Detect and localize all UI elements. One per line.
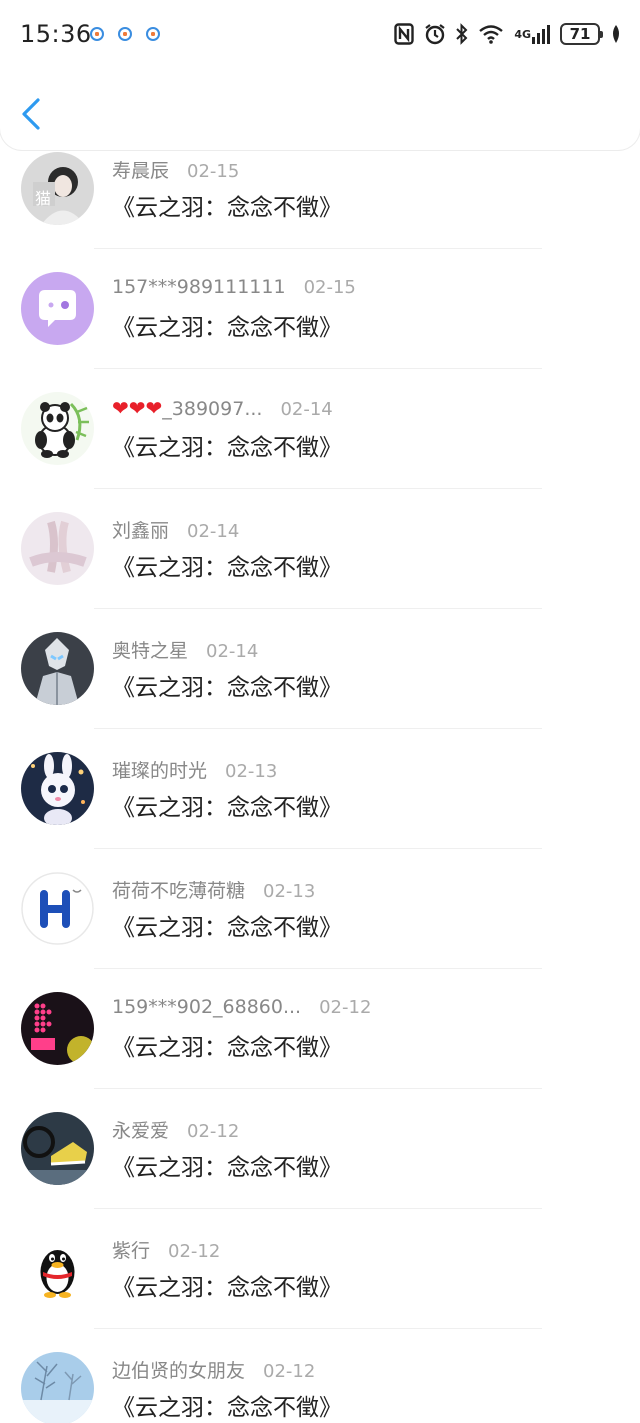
signal-icon: 4G (514, 24, 550, 44)
avatar[interactable]: 猫 (21, 152, 94, 225)
comment-list-item[interactable]: 157***989111111 02-15 《云之羽：念念不徵》 (0, 250, 640, 370)
comment-date: 02-12 (319, 997, 372, 1018)
avatar[interactable] (21, 272, 94, 345)
divider (94, 608, 542, 609)
alarm-icon (424, 23, 446, 45)
status-bar: 15:36 4G 71 (0, 0, 640, 70)
comment-text: 《云之羽：念念不徵》 (112, 315, 342, 341)
bluetooth-icon (456, 23, 468, 45)
user-name[interactable]: 寿晨辰 (112, 156, 169, 183)
divider (94, 1088, 542, 1089)
system-icons: 4G 71 (394, 20, 622, 48)
comment-meta: 159***902_68860... 02-12 (112, 996, 371, 1018)
user-name[interactable]: 荷荷不吃薄荷糖 (112, 876, 245, 903)
top-bar: 15:36 4G 71 (0, 0, 640, 150)
comment-date: 02-15 (187, 161, 240, 182)
user-name[interactable]: 刘鑫丽 (112, 516, 169, 543)
comment-meta: 寿晨辰 02-15 (112, 156, 239, 183)
avatar[interactable] (21, 512, 94, 585)
user-name[interactable]: ❤❤❤_389097... (112, 396, 262, 420)
user-name[interactable]: 边伯贤的女朋友 (112, 1356, 245, 1383)
comment-list-item[interactable]: ❤❤❤_389097... 02-14 《云之羽：念念不徵》 (0, 370, 640, 490)
user-name[interactable]: 奥特之星 (112, 636, 188, 663)
notification-icons (90, 27, 160, 41)
divider (94, 728, 542, 729)
comment-text: 《云之羽：念念不徵》 (112, 195, 342, 221)
nfc-icon (394, 23, 415, 45)
comment-list-item[interactable]: 刘鑫丽 02-14 《云之羽：念念不徵》 (0, 490, 640, 610)
comment-text: 《云之羽：念念不徵》 (112, 1275, 342, 1301)
comment-date: 02-15 (303, 277, 356, 298)
chevron-left-icon (22, 98, 40, 130)
comment-date: 02-12 (168, 1241, 221, 1262)
user-name[interactable]: 永爱爱 (112, 1116, 169, 1143)
leaf-icon (610, 24, 622, 44)
comment-list-item[interactable]: 边伯贤的女朋友 02-12 《云之羽：念念不徵》 (0, 1330, 640, 1423)
battery-indicator: 71 (560, 23, 603, 45)
comment-date: 02-14 (280, 399, 333, 420)
avatar[interactable] (21, 632, 94, 705)
comment-meta: ❤❤❤_389097... 02-14 (112, 396, 333, 420)
divider (94, 968, 542, 969)
comment-text: 《云之羽：念念不徵》 (112, 1395, 342, 1421)
comment-date: 02-12 (187, 1121, 240, 1142)
avatar[interactable] (21, 1112, 94, 1185)
comment-text: 《云之羽：念念不徵》 (112, 435, 342, 461)
divider (94, 248, 542, 249)
comment-meta: 紫行 02-12 (112, 1236, 220, 1263)
user-name[interactable]: 璀璨的时光 (112, 756, 207, 783)
comment-date: 02-13 (263, 881, 316, 902)
avatar[interactable] (21, 1232, 94, 1305)
user-name[interactable]: 157***989111111 (112, 276, 286, 298)
comment-meta: 奥特之星 02-14 (112, 636, 258, 663)
status-time: 15:36 (20, 20, 92, 48)
divider (94, 1208, 542, 1209)
comment-meta: 157***989111111 02-15 (112, 276, 356, 298)
app-notification-icon (146, 27, 160, 41)
comment-date: 02-14 (187, 521, 240, 542)
comment-list-item[interactable]: 奥特之星 02-14 《云之羽：念念不徵》 (0, 610, 640, 730)
comment-meta: 璀璨的时光 02-13 (112, 756, 277, 783)
avatar[interactable] (21, 1352, 94, 1423)
user-name[interactable]: 159***902_68860... (112, 996, 301, 1018)
app-notification-icon (118, 27, 132, 41)
comment-text: 《云之羽：念念不徵》 (112, 555, 342, 581)
app-notification-icon (90, 27, 104, 41)
comment-text: 《云之羽：念念不徵》 (112, 915, 342, 941)
divider (94, 368, 542, 369)
comment-meta: 刘鑫丽 02-14 (112, 516, 239, 543)
divider (94, 1328, 542, 1329)
divider (94, 488, 542, 489)
comment-text: 《云之羽：念念不徵》 (112, 795, 342, 821)
avatar[interactable] (21, 392, 94, 465)
comment-list-item[interactable]: 荷荷不吃薄荷糖 02-13 《云之羽：念念不徵》 (0, 850, 640, 970)
avatar[interactable] (21, 752, 94, 825)
avatar[interactable] (21, 872, 94, 945)
comment-meta: 边伯贤的女朋友 02-12 (112, 1356, 315, 1383)
svg-text:猫: 猫 (35, 189, 51, 208)
comment-list-item[interactable]: 159***902_68860... 02-12 《云之羽：念念不徵》 (0, 970, 640, 1090)
comment-list-item[interactable]: 紫行 02-12 《云之羽：念念不徵》 (0, 1210, 640, 1330)
comment-text: 《云之羽：念念不徵》 (112, 1035, 342, 1061)
comment-text: 《云之羽：念念不徵》 (112, 1155, 342, 1181)
comment-date: 02-14 (206, 641, 259, 662)
avatar[interactable] (21, 992, 94, 1065)
wifi-icon (478, 23, 504, 45)
user-name[interactable]: 紫行 (112, 1236, 150, 1263)
comment-meta: 荷荷不吃薄荷糖 02-13 (112, 876, 315, 903)
divider (94, 848, 542, 849)
comment-text: 《云之羽：念念不徵》 (112, 675, 342, 701)
comment-list-item[interactable]: 永爱爱 02-12 《云之羽：念念不徵》 (0, 1090, 640, 1210)
back-button[interactable] (20, 94, 50, 134)
comment-meta: 永爱爱 02-12 (112, 1116, 239, 1143)
comment-list-item[interactable]: 璀璨的时光 02-13 《云之羽：念念不徵》 (0, 730, 640, 850)
comment-date: 02-12 (263, 1361, 316, 1382)
comment-list: 猫 寿晨辰 02-15 《云之羽：念念不徵》 157***989111111 02-15 《… (0, 130, 640, 1423)
comment-date: 02-13 (225, 761, 278, 782)
